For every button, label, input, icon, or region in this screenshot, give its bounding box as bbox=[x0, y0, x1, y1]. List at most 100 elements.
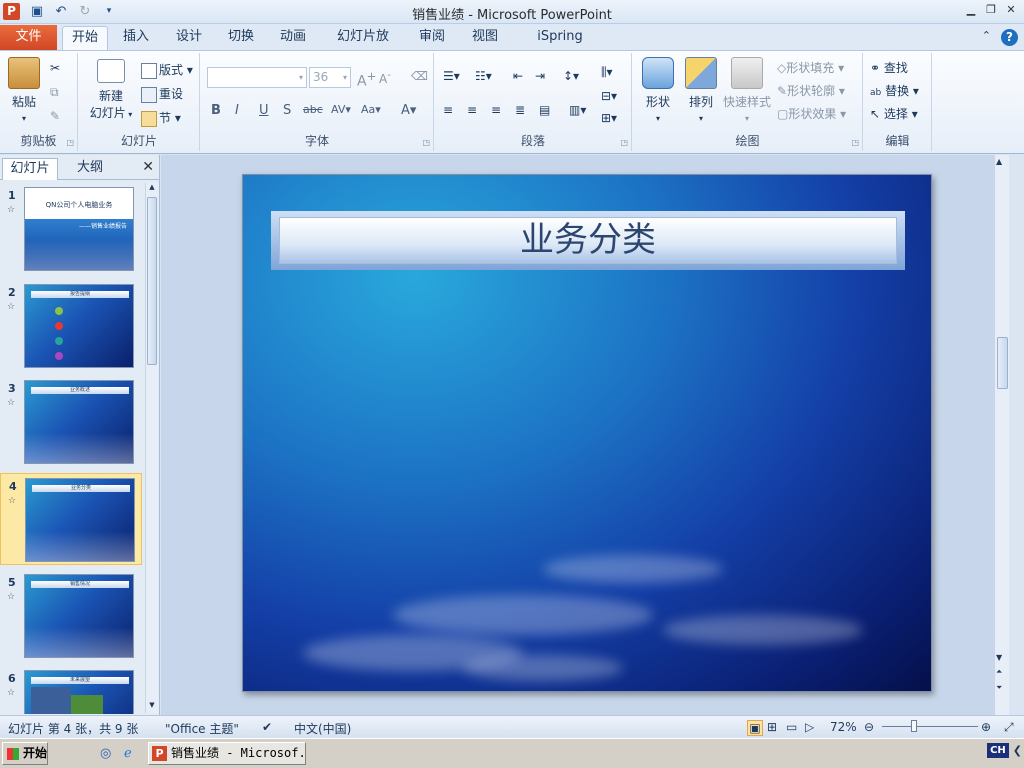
find-button[interactable]: ⚭ 查找 bbox=[870, 59, 908, 76]
tab-slideshow[interactable]: 幻灯片放映 bbox=[327, 26, 399, 66]
new-slide-button[interactable]: 新建 幻灯片 ▾ bbox=[85, 59, 137, 121]
change-case-icon[interactable]: Aa▾ bbox=[361, 103, 381, 116]
slide-thumbnail[interactable]: 5 ☆ 销售情况 bbox=[0, 570, 142, 662]
font-color-icon[interactable]: A▾ bbox=[401, 103, 416, 118]
align-text-icon[interactable]: ⊟▾ bbox=[601, 89, 617, 103]
tab-view[interactable]: 视图 bbox=[467, 26, 503, 50]
spellcheck-icon[interactable]: ✔ bbox=[262, 720, 272, 734]
reset-button[interactable]: 重设 bbox=[141, 85, 183, 103]
slide-thumbnail-selected[interactable]: 4 ☆ 业务分类 bbox=[0, 473, 142, 565]
slide-thumbnail[interactable]: 2 ☆ 报告提纲 bbox=[0, 280, 142, 372]
shapes-button[interactable]: 形状 ▾ bbox=[637, 57, 679, 124]
layout-button[interactable]: 版式 ▾ bbox=[141, 61, 193, 79]
section-button[interactable]: 节 ▾ bbox=[141, 109, 181, 127]
char-spacing-icon[interactable]: AV▾ bbox=[331, 103, 351, 116]
slide-sorter-icon[interactable]: ⊞ bbox=[767, 720, 777, 734]
minimize-ribbon-icon[interactable]: ⌃ bbox=[982, 29, 991, 46]
zoom-in-icon[interactable]: ⊕ bbox=[981, 720, 991, 734]
tab-transitions[interactable]: 切换 bbox=[223, 26, 259, 50]
slide-canvas[interactable]: 业务分类 bbox=[242, 174, 932, 692]
cut-icon[interactable]: ✂ bbox=[50, 61, 60, 75]
start-button[interactable]: 开始 bbox=[2, 742, 48, 765]
scroll-thumb[interactable] bbox=[147, 197, 157, 365]
help-icon[interactable]: ? bbox=[1001, 29, 1018, 46]
text-direction-icon[interactable]: ⫼▾ bbox=[601, 65, 613, 80]
shadow-icon[interactable]: S bbox=[283, 103, 291, 118]
zoom-level[interactable]: 72% bbox=[830, 720, 857, 734]
font-expand-icon[interactable]: ◳ bbox=[422, 138, 430, 147]
slide-thumbnail[interactable]: 1 ☆ QN公司个人电脑业务 ——销售业绩报告 bbox=[0, 183, 142, 275]
internet-explorer-icon[interactable]: ℯ bbox=[124, 746, 132, 761]
tab-insert[interactable]: 插入 bbox=[118, 26, 154, 50]
close-button[interactable]: ✕ bbox=[1002, 2, 1020, 18]
fit-to-window-icon[interactable]: ⤢ bbox=[1004, 720, 1014, 735]
underline-icon[interactable]: U bbox=[259, 103, 269, 118]
scroll-up-icon[interactable]: ▲ bbox=[996, 157, 1002, 166]
font-size-combo[interactable]: 36 ▾ bbox=[309, 67, 351, 88]
tab-slides[interactable]: 幻灯片 bbox=[2, 158, 58, 180]
format-painter-icon[interactable]: ✎ bbox=[50, 109, 60, 123]
font-name-combo[interactable]: ▾ bbox=[207, 67, 307, 88]
tab-review[interactable]: 审阅 bbox=[414, 26, 450, 50]
clear-format-icon[interactable]: ⌫ bbox=[411, 69, 428, 83]
align-center-icon[interactable]: ≡ bbox=[467, 103, 477, 117]
numbering-icon[interactable]: ☷▾ bbox=[475, 69, 492, 83]
close-panel-icon[interactable]: ✕ bbox=[142, 159, 154, 175]
align-left-icon[interactable]: ≡ bbox=[443, 103, 453, 117]
tab-design[interactable]: 设计 bbox=[171, 26, 207, 50]
quick-styles-button[interactable]: 快速样式 ▾ bbox=[721, 57, 773, 124]
previous-slide-icon[interactable]: ⏶ bbox=[996, 667, 1002, 677]
title-placeholder[interactable]: 业务分类 bbox=[271, 211, 905, 270]
decrease-indent-icon[interactable]: ⇤ bbox=[513, 69, 523, 83]
arrange-button[interactable]: 排列 ▾ bbox=[681, 57, 721, 124]
language-indicator[interactable]: 中文(中国) bbox=[294, 720, 351, 737]
replace-button[interactable]: ab 替换 ▾ bbox=[870, 82, 919, 99]
italic-icon[interactable]: I bbox=[235, 103, 239, 118]
smartart-icon[interactable]: ⊞▾ bbox=[601, 111, 617, 125]
tab-outline[interactable]: 大纲 bbox=[62, 158, 118, 180]
ime-indicator[interactable]: CH bbox=[987, 743, 1009, 758]
vertical-scrollbar[interactable]: ▲ ▼ ⏶ ⏷ bbox=[994, 155, 1009, 715]
tray-expand-icon[interactable]: ❮ bbox=[1013, 744, 1022, 757]
strikethrough-icon[interactable]: abc bbox=[303, 103, 323, 116]
select-button[interactable]: ↖ 选择 ▾ bbox=[870, 105, 918, 122]
slide-title[interactable]: 业务分类 bbox=[279, 217, 897, 264]
scroll-thumb[interactable] bbox=[997, 337, 1008, 389]
tab-file[interactable]: 文件 bbox=[0, 25, 57, 50]
shape-fill-button[interactable]: ◇形状填充 ▾ bbox=[777, 59, 844, 76]
reading-view-icon[interactable]: ▭ bbox=[786, 720, 797, 734]
copy-icon[interactable]: ⧉ bbox=[50, 85, 59, 100]
theme-name[interactable]: "Office 主题" bbox=[165, 720, 239, 737]
restore-button[interactable]: ❐ bbox=[982, 2, 1000, 18]
zoom-slider-thumb[interactable] bbox=[911, 720, 917, 732]
tab-animations[interactable]: 动画 bbox=[275, 26, 311, 50]
zoom-slider[interactable] bbox=[882, 726, 978, 727]
increase-indent-icon[interactable]: ⇥ bbox=[535, 69, 545, 83]
paste-button[interactable]: 粘贴 ▾ bbox=[6, 57, 42, 124]
bullets-icon[interactable]: ☰▾ bbox=[443, 69, 460, 83]
drawing-expand-icon[interactable]: ◳ bbox=[851, 138, 859, 147]
minimize-button[interactable]: ▁ bbox=[962, 2, 980, 18]
scroll-up-icon[interactable]: ▲ bbox=[146, 183, 158, 195]
scroll-down-icon[interactable]: ▼ bbox=[146, 701, 158, 713]
slide-thumbnail[interactable]: 6 ☆ 未来展望 bbox=[0, 666, 142, 714]
shrink-font-icon[interactable]: A- bbox=[379, 70, 391, 86]
shape-effects-button[interactable]: ▢形状效果 ▾ bbox=[777, 105, 846, 122]
tab-ispring[interactable]: iSpring Free bbox=[519, 26, 601, 66]
slide-thumbnail[interactable]: 3 ☆ 业务概述 bbox=[0, 376, 142, 468]
thumbnail-scrollbar[interactable]: ▲ ▼ bbox=[145, 183, 158, 713]
normal-view-icon[interactable]: ▣ bbox=[747, 720, 763, 736]
align-right-icon[interactable]: ≡ bbox=[491, 103, 501, 117]
paragraph-expand-icon[interactable]: ◳ bbox=[620, 138, 628, 147]
next-slide-icon[interactable]: ⏷ bbox=[996, 683, 1002, 693]
scroll-down-icon[interactable]: ▼ bbox=[996, 653, 1002, 662]
slideshow-icon[interactable]: ▷ bbox=[805, 720, 814, 734]
distributed-icon[interactable]: ▤ bbox=[539, 103, 550, 117]
clipboard-expand-icon[interactable]: ◳ bbox=[66, 138, 74, 147]
grow-font-icon[interactable]: A+ bbox=[357, 69, 376, 90]
tab-home[interactable]: 开始 bbox=[62, 26, 108, 50]
quicklaunch-icon[interactable]: ◎ bbox=[100, 746, 111, 761]
bold-icon[interactable]: B bbox=[211, 103, 221, 118]
zoom-out-icon[interactable]: ⊖ bbox=[864, 720, 874, 734]
columns-icon[interactable]: ▥▾ bbox=[569, 103, 586, 117]
